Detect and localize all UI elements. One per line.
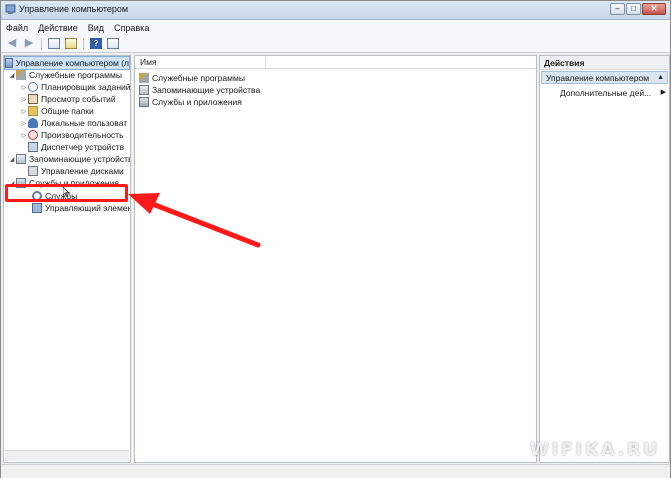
annotation-arrow: [128, 193, 261, 248]
mouse-cursor-icon: [63, 187, 70, 197]
watermark: WIFIKA.RU: [529, 440, 660, 460]
